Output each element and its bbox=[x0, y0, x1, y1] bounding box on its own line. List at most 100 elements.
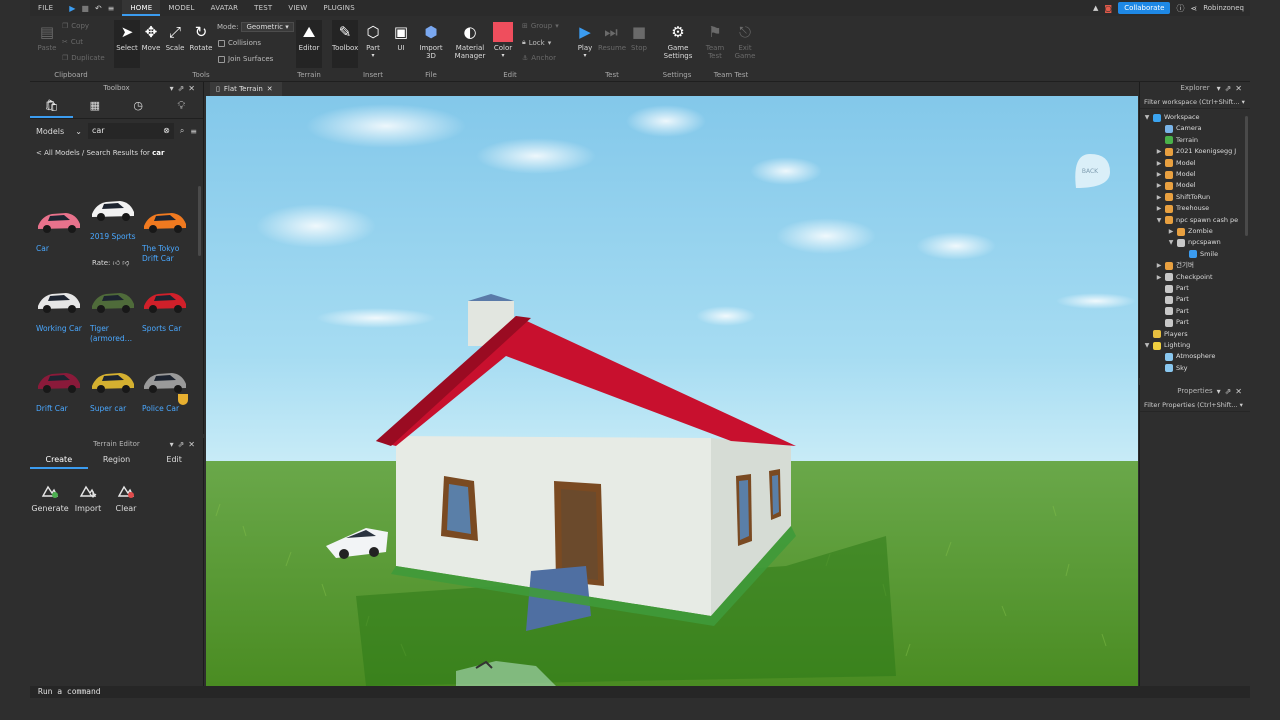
expand-arrow-icon[interactable]: ▶ bbox=[1156, 180, 1162, 191]
explorer-item[interactable]: ▶ Model bbox=[1156, 180, 1196, 191]
tab-plugins[interactable]: PLUGINS bbox=[315, 0, 362, 16]
thumbs-up-icon[interactable]: 👍︎ bbox=[113, 259, 120, 267]
tab-marketplace[interactable]: 🛍︎ bbox=[30, 95, 74, 118]
expand-arrow-icon[interactable]: ▼ bbox=[1144, 112, 1150, 123]
import-button[interactable]: Import bbox=[69, 482, 107, 513]
3d-viewport[interactable]: BACK bbox=[206, 96, 1138, 686]
more-icon[interactable]: ≡ bbox=[108, 4, 115, 13]
explorer-item[interactable]: ▶ Model bbox=[1156, 158, 1196, 169]
explorer-item[interactable]: Players bbox=[1144, 329, 1188, 340]
explorer-item[interactable]: ▶ Treehouse bbox=[1156, 203, 1209, 214]
color-button[interactable]: Color ▾ bbox=[490, 20, 516, 59]
tab-creations[interactable]: 💡︎ bbox=[160, 95, 203, 118]
model-item[interactable]: The Tokyo Drift Car bbox=[138, 192, 192, 272]
collisions-checkbox[interactable] bbox=[218, 39, 225, 47]
collaborate-button[interactable]: Collaborate bbox=[1118, 2, 1171, 14]
clear-button[interactable]: Clear bbox=[107, 482, 145, 513]
expand-arrow-icon[interactable]: ▼ bbox=[1144, 340, 1150, 351]
terrain-panel-controls[interactable]: ▾⇗✕ bbox=[170, 438, 199, 451]
tab-inventory[interactable]: ▦ bbox=[73, 95, 116, 118]
explorer-item[interactable]: ▶ Model bbox=[1156, 169, 1196, 180]
breadcrumb-prefix[interactable]: < All Models / Search Results for bbox=[36, 149, 152, 157]
explorer-item[interactable]: Part bbox=[1156, 317, 1189, 328]
tab-model[interactable]: MODEL bbox=[160, 0, 202, 16]
notification-icon[interactable]: ◙ bbox=[1104, 4, 1112, 13]
expand-arrow-icon[interactable]: ▶ bbox=[1156, 203, 1162, 214]
tab-avatar[interactable]: AVATAR bbox=[203, 0, 247, 16]
import3d-button[interactable]: ⬢ Import 3D bbox=[418, 20, 444, 60]
explorer-item[interactable]: Terrain bbox=[1156, 135, 1198, 146]
tab-recent[interactable]: ◷ bbox=[117, 95, 160, 118]
explorer-item[interactable]: ▼ Workspace bbox=[1144, 112, 1200, 123]
expand-arrow-icon[interactable]: ▶ bbox=[1156, 169, 1162, 180]
explorer-item[interactable]: Part bbox=[1156, 294, 1189, 305]
paste-button[interactable]: ▤ Paste bbox=[34, 20, 60, 52]
model-item[interactable]: Super car bbox=[86, 352, 140, 432]
explorer-item[interactable]: Atmosphere bbox=[1156, 351, 1215, 362]
model-item[interactable]: Drift Car bbox=[32, 352, 86, 432]
exit-game-button[interactable]: ⎋ Exit Game bbox=[732, 20, 758, 60]
clear-search-icon[interactable]: ⊗ bbox=[163, 123, 174, 139]
ui-button[interactable]: ▣ UI bbox=[388, 20, 414, 52]
explorer-item[interactable]: ▶ 2021 Koenigsegg J bbox=[1156, 146, 1236, 157]
explorer-item[interactable]: ▶ Checkpoint bbox=[1156, 272, 1213, 283]
explorer-item[interactable]: ▼ npc spawn cash pe bbox=[1156, 215, 1238, 226]
generate-button[interactable]: Generate bbox=[31, 482, 69, 513]
collapse-icon[interactable]: ▲ bbox=[1093, 4, 1098, 12]
move-button[interactable]: ✥ Move bbox=[138, 20, 164, 52]
explorer-scrollbar[interactable] bbox=[1245, 116, 1248, 236]
part-dropdown-icon[interactable]: ▾ bbox=[360, 52, 386, 59]
thumbs-down-icon[interactable]: 👎︎ bbox=[122, 259, 129, 267]
explorer-filter-input[interactable]: Filter workspace (Ctrl+Shift... ▾ bbox=[1140, 95, 1250, 109]
explorer-item[interactable]: Smile bbox=[1180, 249, 1218, 260]
expand-arrow-icon[interactable]: ▶ bbox=[1156, 260, 1162, 271]
toolbox-scrollbar[interactable] bbox=[198, 186, 201, 256]
model-item[interactable]: Car bbox=[32, 192, 86, 272]
model-item[interactable]: Working Car bbox=[32, 272, 86, 352]
explorer-panel-controls[interactable]: ▾⇗✕ bbox=[1217, 82, 1246, 95]
tab-home[interactable]: HOME bbox=[122, 0, 161, 16]
scale-button[interactable]: ⤢ Scale bbox=[162, 20, 188, 52]
properties-filter-input[interactable]: Filter Properties (Ctrl+Shift... ▾ bbox=[1140, 398, 1250, 412]
model-item[interactable]: 2019 Sports bbox=[86, 180, 140, 260]
tab-region[interactable]: Region bbox=[88, 451, 146, 469]
explorer-item[interactable]: Sky bbox=[1156, 363, 1188, 374]
help-icon[interactable]: ⓘ bbox=[1176, 3, 1184, 14]
explorer-item[interactable]: ▶ ShiftToRun bbox=[1156, 192, 1210, 203]
explorer-item[interactable]: ▶ 건기버 bbox=[1156, 260, 1194, 271]
play-dropdown-icon[interactable]: ▾ bbox=[572, 52, 598, 59]
lock-button[interactable]: 🔒︎ Lock ▾ bbox=[522, 38, 551, 47]
properties-panel-controls[interactable]: ▾⇗✕ bbox=[1217, 385, 1246, 398]
document-tab[interactable]: ▯ Flat Terrain ✕ bbox=[210, 82, 282, 96]
model-item[interactable]: Police Car bbox=[138, 352, 192, 432]
explorer-item[interactable]: ▼ npcspawn bbox=[1168, 237, 1221, 248]
username[interactable]: Robinzoneq bbox=[1203, 4, 1244, 12]
model-item[interactable]: Tiger (armored… bbox=[86, 272, 140, 352]
file-menu[interactable]: FILE bbox=[30, 0, 61, 16]
explorer-item[interactable]: ▼ Lighting bbox=[1144, 340, 1190, 351]
duplicate-button[interactable]: ❐ Duplicate bbox=[62, 54, 105, 62]
tab-edit[interactable]: Edit bbox=[145, 451, 203, 469]
expand-arrow-icon[interactable]: ▶ bbox=[1168, 226, 1174, 237]
collisions-toggle[interactable]: Collisions bbox=[218, 39, 261, 47]
select-button[interactable]: ➤ Select bbox=[114, 20, 140, 68]
team-test-button[interactable]: ⚑ Team Test bbox=[702, 20, 728, 60]
mode-select[interactable]: Geometric ▾ bbox=[241, 22, 294, 32]
filter-icon[interactable]: ≡ bbox=[190, 127, 197, 136]
material-manager-button[interactable]: ◐ Material Manager bbox=[454, 20, 486, 60]
toolbox-button[interactable]: ✎ Toolbox bbox=[332, 20, 358, 68]
share-icon[interactable]: ⋖ bbox=[1190, 4, 1197, 13]
explorer-item[interactable]: Part bbox=[1156, 306, 1189, 317]
explorer-item[interactable]: Part bbox=[1156, 283, 1189, 294]
expand-arrow-icon[interactable]: ▶ bbox=[1156, 158, 1162, 169]
cut-button[interactable]: ✂ Cut bbox=[62, 38, 83, 46]
join-surfaces-toggle[interactable]: Join Surfaces bbox=[218, 55, 273, 63]
tab-create[interactable]: Create bbox=[30, 451, 88, 469]
category-dropdown[interactable]: Models ⌄ bbox=[36, 127, 82, 136]
play-button[interactable]: ▶ Play ▾ bbox=[572, 20, 598, 59]
color-dropdown-icon[interactable]: ▾ bbox=[490, 52, 516, 59]
search-input[interactable]: car ⊗ bbox=[88, 123, 174, 139]
undo-icon[interactable]: ↶ bbox=[95, 4, 102, 13]
stop-quick-icon[interactable]: ■ bbox=[81, 4, 89, 13]
anchor-button[interactable]: ⚓︎ Anchor bbox=[522, 54, 556, 62]
